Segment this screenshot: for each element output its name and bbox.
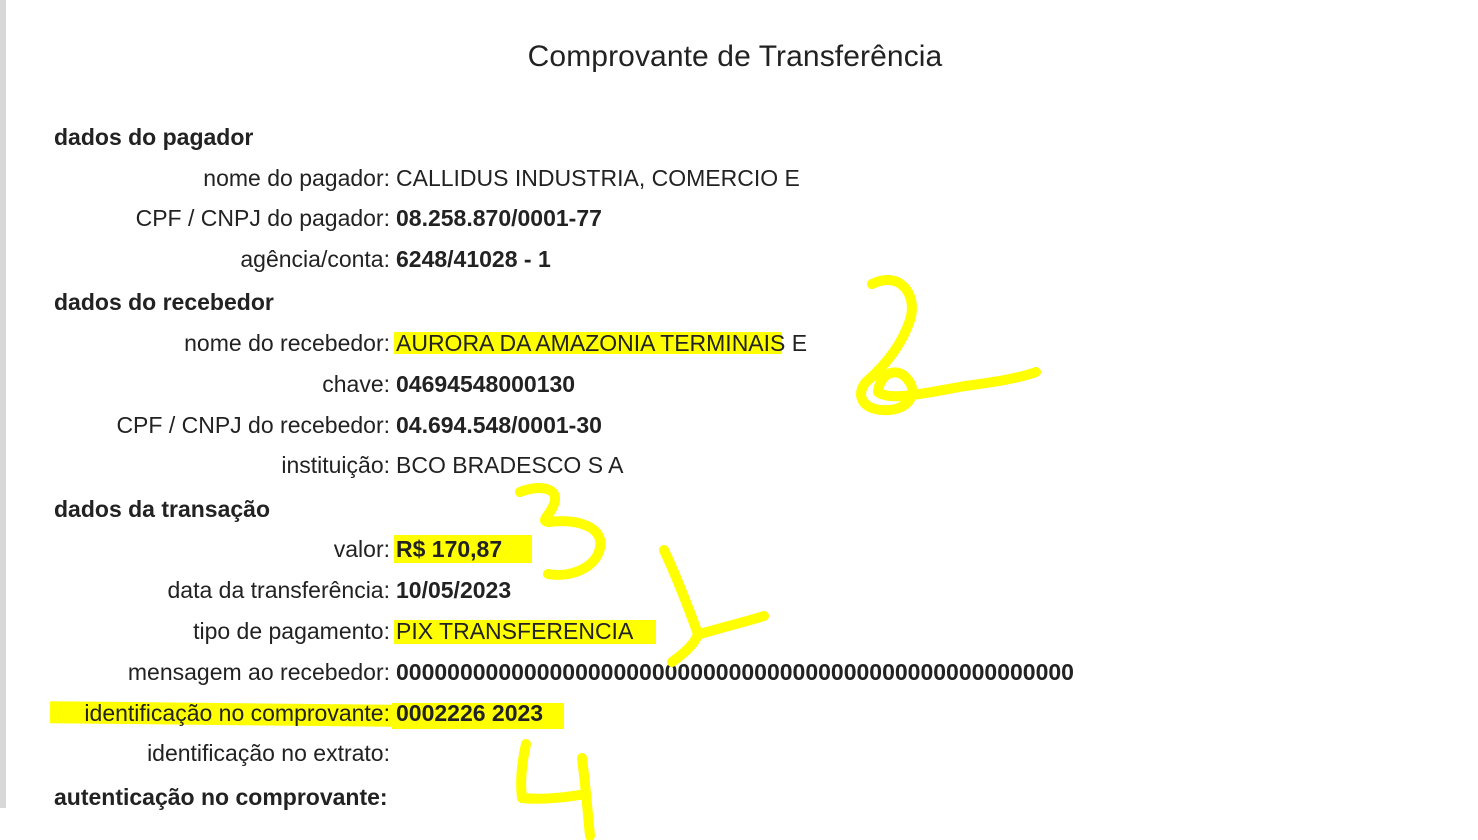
date-label: data da transferência: [167, 577, 390, 603]
receiver-doc-value: 04.694.548/0001-30 [396, 412, 602, 438]
statement-id-label: identificação no extrato: [147, 740, 390, 766]
receiver-institution-value: BCO BRADESCO S A [396, 452, 624, 478]
payer-doc-value: 08.258.870/0001-77 [396, 205, 602, 231]
amount-label: valor: [333, 536, 390, 562]
amount-value: R$ 170,87 [396, 536, 503, 562]
receiver-institution-label: instituição: [281, 452, 390, 478]
receiver-key-label: chave: [322, 371, 390, 397]
message-label: mensagem ao recebedor: [127, 659, 390, 685]
payer-doc-label: CPF / CNPJ do pagador: [135, 205, 390, 231]
payment-type-value: PIX TRANSFERENCIA [396, 618, 634, 644]
receipt-id-value: 0002226 2023 [396, 700, 544, 726]
receiver-doc-label: CPF / CNPJ do recebedor: [116, 412, 390, 438]
receiver-name-label: nome do recebedor: [184, 330, 390, 356]
page-title: Comprovante de Transferência [527, 40, 943, 73]
payer-account-value: 6248/41028 - 1 [396, 246, 551, 272]
receiver-key-value: 04694548000130 [396, 371, 576, 397]
payer-name-label: nome do pagador: [203, 165, 390, 191]
receiver-name-value: AURORA DA AMAZONIA TERMINAIS E [396, 330, 808, 356]
date-value: 10/05/2023 [396, 577, 512, 603]
payer-account-label: agência/conta: [240, 246, 390, 272]
section-transaction-heading: dados da transação [54, 496, 271, 522]
section-payer-heading: dados do pagador [54, 124, 254, 150]
section-receiver-heading: dados do recebedor [54, 289, 274, 315]
payment-type-label: tipo de pagamento: [193, 618, 390, 644]
message-value: 0000000000000000000000000000000000000000… [396, 659, 1074, 685]
payer-name-value: CALLIDUS INDUSTRIA, COMERCIO E [396, 165, 800, 191]
receipt-id-label: identificação no comprovante: [84, 700, 390, 726]
section-authentication-heading: autenticação no comprovante: [54, 784, 388, 810]
